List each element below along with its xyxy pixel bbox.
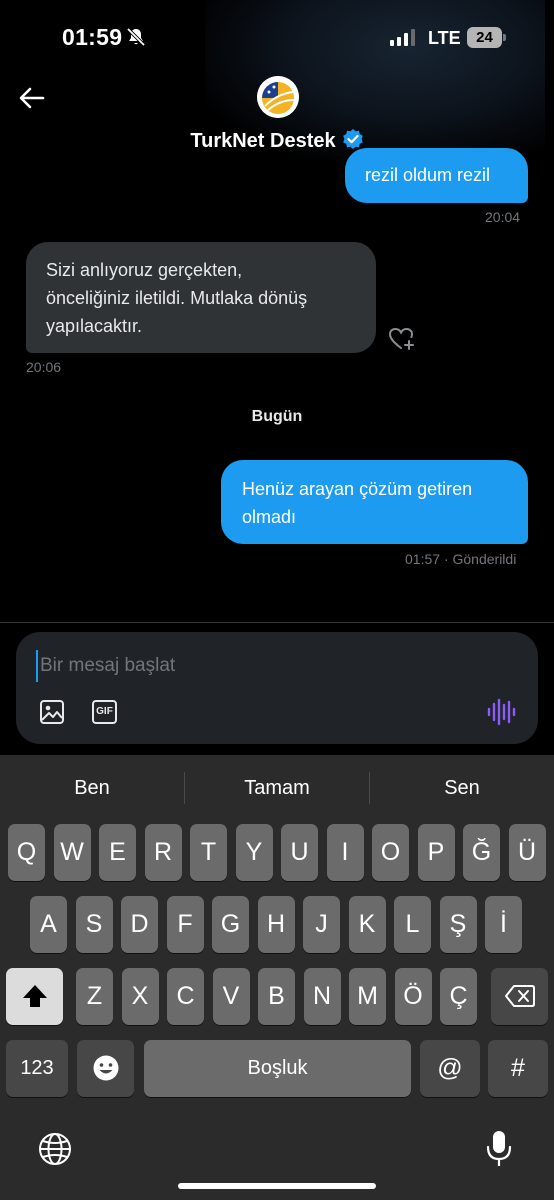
key-q[interactable]: Q [8, 824, 45, 881]
key-a[interactable]: A [30, 896, 67, 953]
message-bubble-incoming[interactable]: Sizi anlıyoruz gerçekten, önceliğiniz il… [26, 242, 376, 353]
emoji-key[interactable] [77, 1040, 134, 1097]
key-u[interactable]: U [281, 824, 318, 881]
status-time: 01:59 [62, 24, 123, 50]
key-l[interactable]: L [394, 896, 431, 953]
message-line: olmadı [242, 507, 297, 527]
key-v[interactable]: V [212, 968, 250, 1025]
key-c[interactable]: C [167, 968, 204, 1025]
key-ç[interactable]: Ç [440, 968, 477, 1025]
key-g[interactable]: G [212, 896, 249, 953]
contact-avatar[interactable] [257, 76, 299, 118]
message-bubble-outgoing[interactable]: Henüz arayan çözüm getiren olmadı [221, 460, 528, 544]
key-ğ[interactable]: Ğ [463, 824, 500, 881]
status-bar: 01:59 LTE 24 [0, 0, 554, 72]
key-r[interactable]: R [144, 824, 182, 881]
backspace-key[interactable] [491, 968, 548, 1025]
day-separator: Bugün [251, 408, 303, 425]
shift-icon [22, 985, 47, 1007]
key-j[interactable]: J [303, 896, 340, 953]
message-text: rezil oldum rezil [365, 165, 491, 185]
battery-level: 24 [467, 27, 502, 48]
message-bubble-outgoing[interactable]: rezil oldum rezil [345, 148, 528, 203]
key-s[interactable]: S [75, 896, 113, 953]
at-key[interactable]: @ [420, 1040, 480, 1097]
message-timestamp: 20:06 [26, 359, 62, 375]
contact-name-text: TurkNet Destek [190, 130, 336, 152]
message-composer: Bir mesaj başlat GIF [16, 632, 538, 744]
message-timestamp: 20:04 [485, 209, 521, 225]
numbers-key[interactable]: 123 [6, 1040, 68, 1097]
gif-label: GIF [96, 706, 113, 717]
key-d[interactable]: D [121, 896, 158, 953]
hash-key[interactable]: # [488, 1040, 548, 1097]
space-key[interactable]: Boşluk [144, 1040, 411, 1097]
network-type: LTE [428, 28, 461, 48]
key-x[interactable]: X [121, 968, 159, 1025]
key-m[interactable]: M [349, 968, 386, 1025]
shift-key[interactable] [6, 968, 63, 1025]
microphone-icon[interactable] [484, 1129, 514, 1174]
arrow-left-icon [19, 87, 45, 109]
key-ö[interactable]: Ö [394, 968, 432, 1025]
globe-icon[interactable] [37, 1131, 73, 1172]
backspace-icon [504, 985, 535, 1007]
bell-slash-icon [126, 27, 146, 52]
key-h[interactable]: H [257, 896, 295, 953]
battery-icon: 24 [467, 27, 506, 48]
key-e[interactable]: E [99, 824, 136, 881]
message-line: yapılacaktır. [46, 316, 143, 336]
key-i[interactable]: I [326, 824, 364, 881]
back-button[interactable] [16, 82, 48, 114]
message-line: önceliğiniz iletildi. Mutlaka dönüş [46, 288, 308, 308]
message-meta: 01:57 · Gönderildi [405, 551, 516, 567]
key-y[interactable]: Y [235, 824, 273, 881]
message-line: Henüz arayan çözüm getiren [242, 479, 473, 499]
suggestion-item[interactable]: Ben [0, 755, 184, 821]
heart-plus-icon[interactable] [388, 326, 416, 357]
key-z[interactable]: Z [76, 968, 113, 1025]
key-t[interactable]: T [190, 824, 227, 881]
home-indicator [178, 1183, 376, 1189]
suggestion-item[interactable]: Sen [370, 755, 554, 821]
message-status: Gönderildi [452, 551, 517, 567]
key-ü[interactable]: Ü [508, 824, 546, 881]
message-status-separator: · [443, 551, 453, 567]
image-icon[interactable] [38, 698, 66, 731]
key-f[interactable]: F [166, 896, 204, 953]
key-n[interactable]: N [303, 968, 341, 1025]
key-ş[interactable]: Ş [439, 896, 477, 953]
keyboard-suggestions: Ben Tamam Sen [0, 755, 554, 821]
gif-icon[interactable]: GIF [92, 700, 117, 724]
voice-waveform-icon[interactable] [486, 698, 516, 731]
key-p[interactable]: P [417, 824, 455, 881]
message-timestamp: 01:57 [405, 551, 441, 567]
key-i̇[interactable]: İ [485, 896, 522, 953]
key-k[interactable]: K [348, 896, 386, 953]
message-input[interactable]: Bir mesaj başlat [36, 650, 476, 682]
signal-icon [390, 29, 415, 46]
keyboard: Ben Tamam Sen QWERTYUIOPĞÜ ASDFGHJKLŞİ ZXC… [0, 755, 554, 1200]
emoji-icon [93, 1055, 118, 1081]
key-b[interactable]: B [258, 968, 295, 1025]
key-o[interactable]: O [372, 824, 409, 881]
message-line: Sizi anlıyoruz gerçekten, [46, 260, 243, 280]
key-w[interactable]: W [53, 824, 91, 881]
suggestion-item[interactable]: Tamam [185, 755, 369, 821]
